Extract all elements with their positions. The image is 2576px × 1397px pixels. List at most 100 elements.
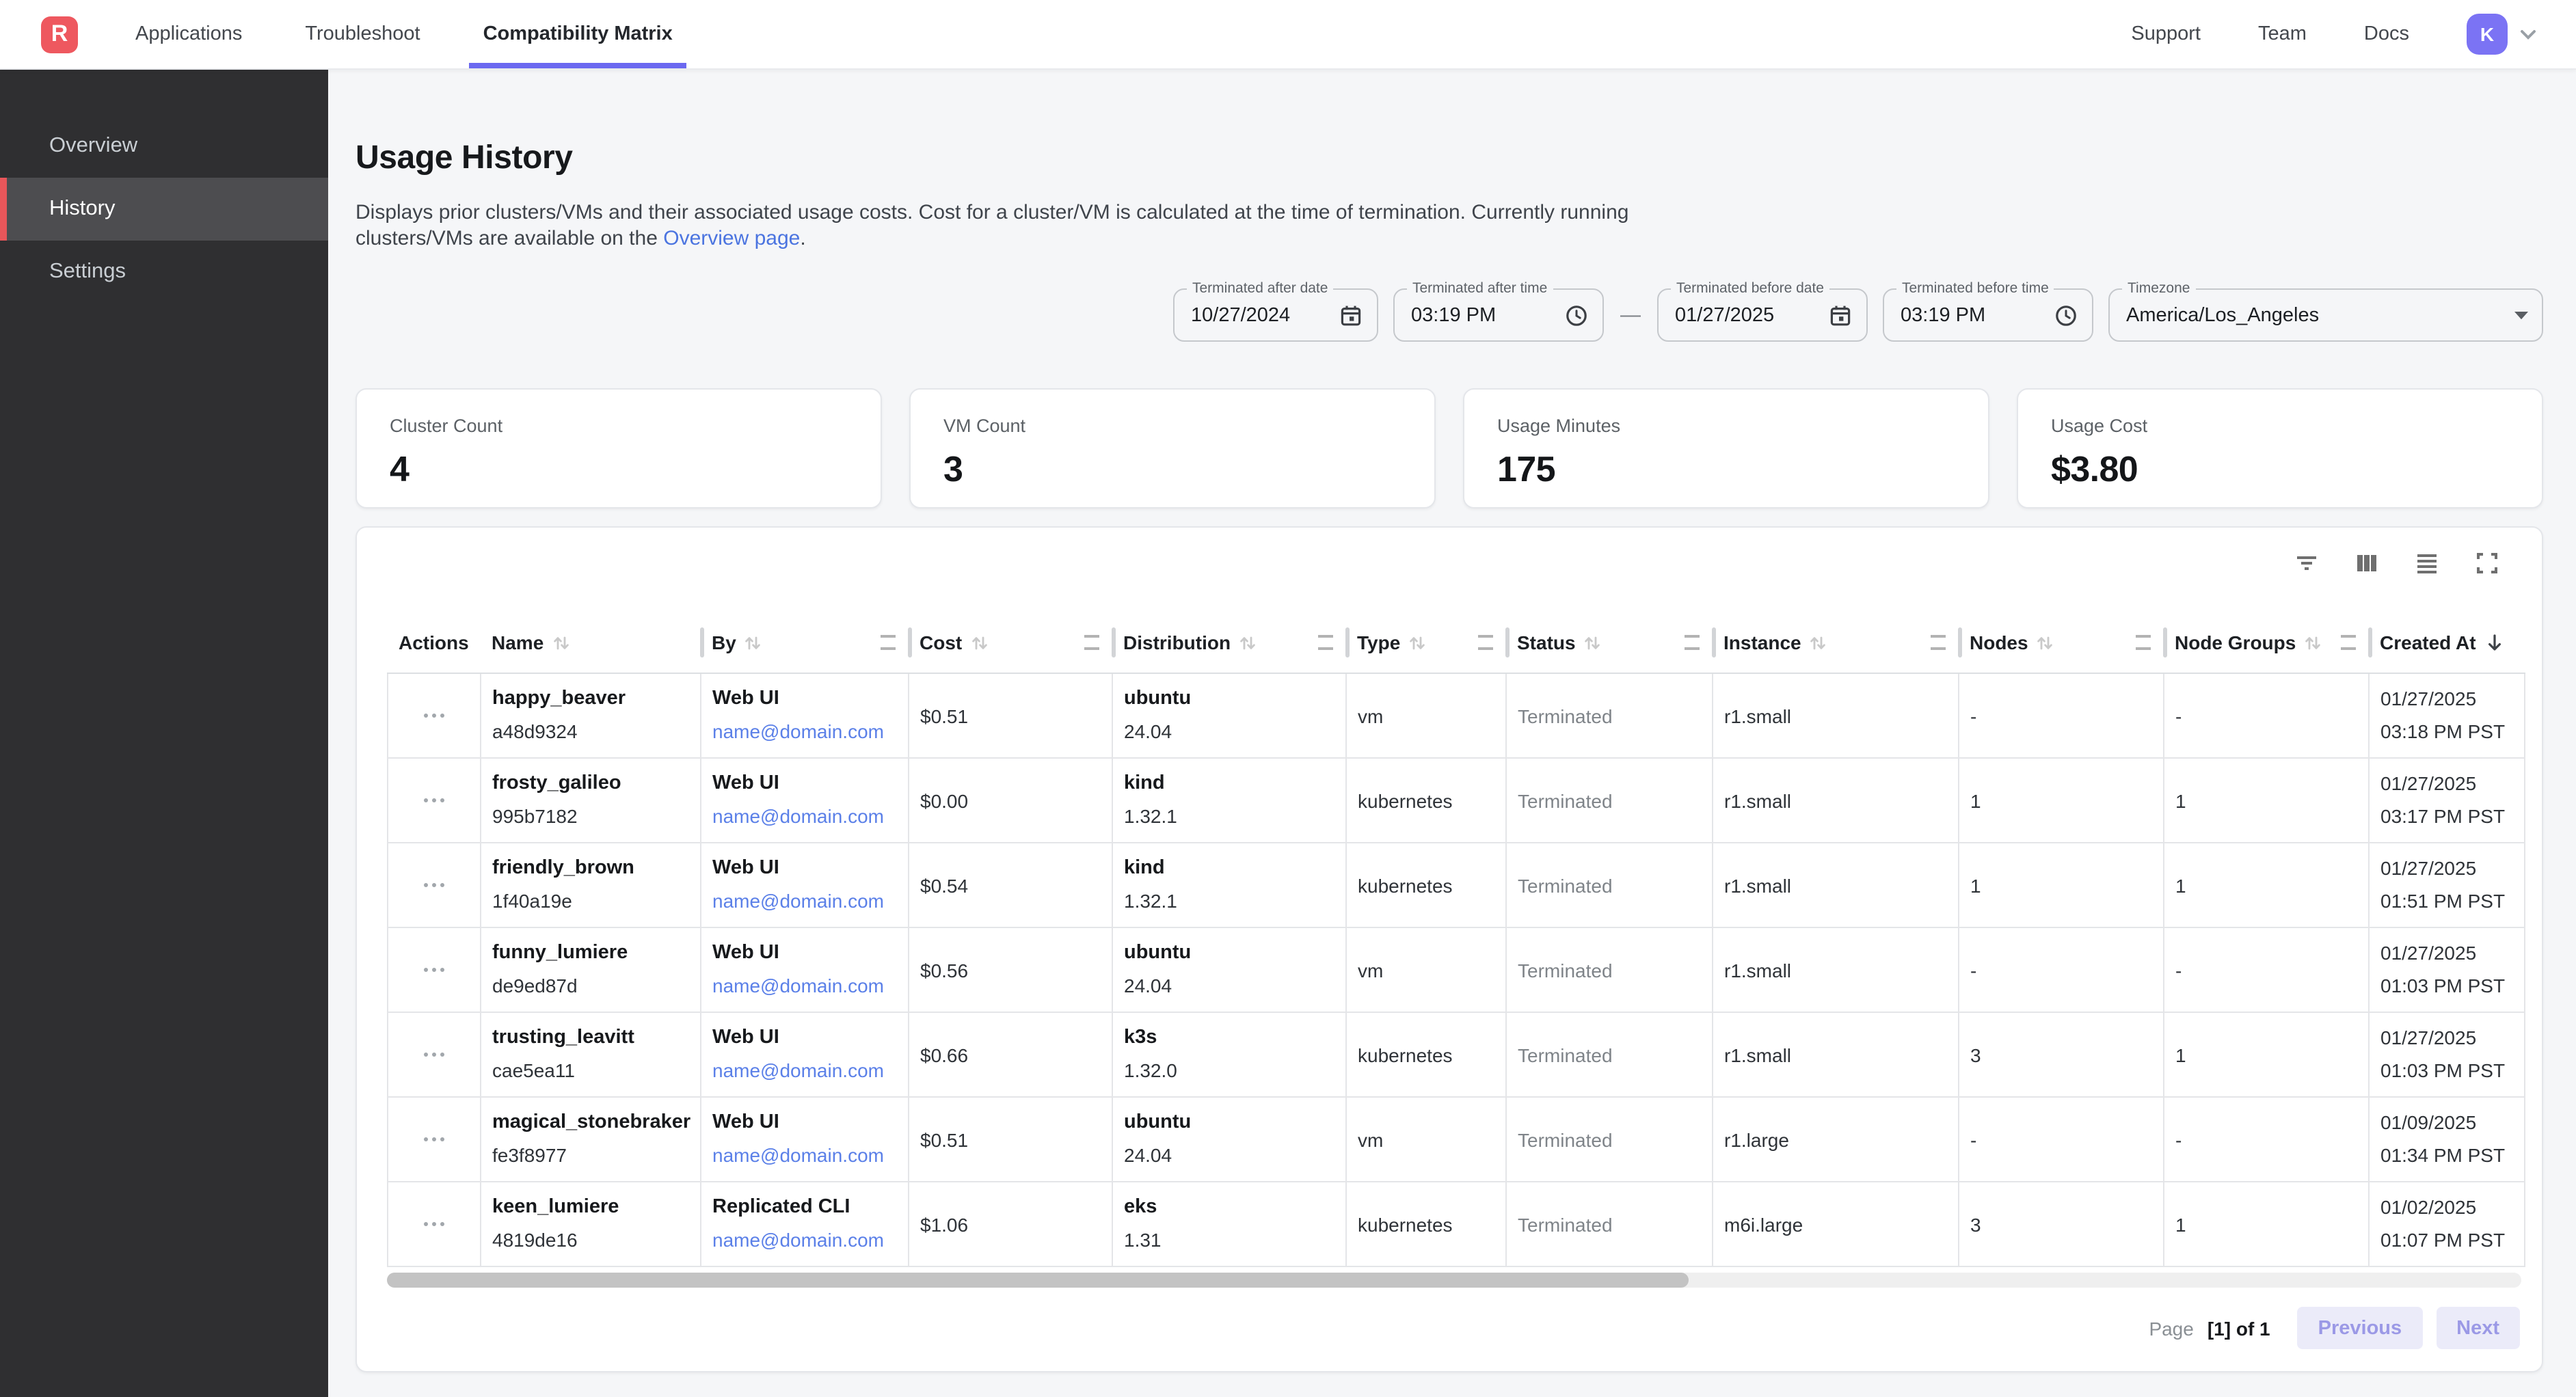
cell-created-at: 01/02/202501:07 PM PST (2369, 1182, 2525, 1266)
distribution-version: 24.04 (1124, 976, 1345, 996)
column-header-node-groups[interactable]: Node Groups (2164, 612, 2369, 673)
replicated-logo[interactable]: R (41, 16, 78, 53)
cluster-id: fe3f8977 (492, 1145, 700, 1166)
created-by-source: Web UI (712, 689, 908, 709)
sort-icon[interactable] (2037, 634, 2054, 651)
sort-icon[interactable] (1239, 634, 1257, 651)
column-menu-icon[interactable] (2135, 635, 2150, 650)
account-menu[interactable]: K (2467, 14, 2538, 55)
sort-icon[interactable] (2304, 634, 2322, 651)
clock-icon[interactable] (1564, 303, 1589, 327)
by-email-link[interactable]: name@domain.com (712, 1145, 908, 1166)
by-email-link[interactable]: name@domain.com (712, 1230, 908, 1251)
scrollbar-thumb[interactable] (387, 1273, 1689, 1288)
filter-icon[interactable] (2293, 550, 2320, 577)
column-header-cost[interactable]: Cost (909, 612, 1112, 673)
sidebar-item-overview[interactable]: Overview (0, 115, 328, 178)
column-menu-icon[interactable] (880, 635, 895, 650)
calendar-icon[interactable] (1828, 303, 1853, 327)
grid-toolbar (357, 550, 2542, 577)
cell-nodes: - (1959, 927, 2164, 1012)
column-header-actions[interactable]: Actions (388, 612, 481, 673)
cell-by: Replicated CLIname@domain.com (701, 1182, 909, 1266)
row-actions-button[interactable] (388, 1053, 480, 1057)
column-header-created-at[interactable]: Created At (2369, 612, 2525, 673)
cell-cost: $0.51 (909, 1097, 1112, 1182)
nav-item-support[interactable]: Support (2131, 23, 2201, 45)
cell-actions (388, 927, 481, 1012)
page-title: Usage History (355, 139, 2543, 178)
cell-instance: r1.small (1713, 927, 1959, 1012)
column-menu-icon[interactable] (1317, 635, 1332, 650)
created-date: 01/27/2025 (2380, 1028, 2524, 1048)
column-menu-icon[interactable] (1084, 635, 1099, 650)
fullscreen-icon[interactable] (2473, 550, 2501, 577)
nav-item-docs[interactable]: Docs (2364, 23, 2409, 45)
by-email-link[interactable]: name@domain.com (712, 891, 908, 912)
columns-icon[interactable] (2353, 550, 2380, 577)
clock-icon[interactable] (2054, 303, 2078, 327)
terminated-after-time-field[interactable]: Terminated after time 03:19 PM (1393, 288, 1604, 342)
app-viewport: R Applications Troubleshoot Compatibilit… (0, 0, 2576, 1397)
column-header-by[interactable]: By (701, 612, 909, 673)
column-header-type[interactable]: Type (1346, 612, 1506, 673)
column-header-instance[interactable]: Instance (1713, 612, 1959, 673)
nav-item-applications[interactable]: Applications (135, 0, 242, 68)
terminated-before-date-field[interactable]: Terminated before date 01/27/2025 (1657, 288, 1868, 342)
row-actions-button[interactable] (388, 798, 480, 803)
nav-item-troubleshoot[interactable]: Troubleshoot (305, 0, 420, 68)
timezone-select[interactable]: Timezone America/Los_Angeles (2108, 288, 2543, 342)
column-label: By (712, 632, 736, 653)
cluster-name: happy_beaver (492, 689, 700, 709)
column-menu-icon[interactable] (1477, 635, 1492, 650)
row-actions-button[interactable] (388, 968, 480, 973)
avatar[interactable]: K (2467, 14, 2508, 55)
cell-name: friendly_brown1f40a19e (481, 843, 701, 927)
overview-page-link[interactable]: Overview page (663, 227, 800, 250)
calendar-icon[interactable] (1339, 303, 1363, 327)
cell-actions (388, 758, 481, 843)
nav-item-team[interactable]: Team (2258, 23, 2307, 45)
status-badge: Terminated (1518, 1128, 1712, 1150)
cell-name: happy_beavera48d9324 (481, 673, 701, 758)
nav-item-compatibility-matrix[interactable]: Compatibility Matrix (483, 0, 673, 68)
column-header-status[interactable]: Status (1506, 612, 1713, 673)
row-actions-button[interactable] (388, 714, 480, 718)
row-actions-button[interactable] (388, 883, 480, 888)
sort-icon[interactable] (1584, 634, 1602, 651)
sidebar-item-history[interactable]: History (0, 178, 328, 241)
sort-icon[interactable] (552, 634, 569, 651)
by-email-link[interactable]: name@domain.com (712, 806, 908, 827)
column-menu-icon[interactable] (2340, 635, 2355, 650)
next-page-button[interactable]: Next (2436, 1307, 2520, 1349)
table-row: keen_lumiere4819de16Replicated CLIname@d… (388, 1182, 2525, 1266)
by-email-link[interactable]: name@domain.com (712, 722, 908, 742)
terminated-after-date-field[interactable]: Terminated after date 10/27/2024 (1173, 288, 1378, 342)
by-email-link[interactable]: name@domain.com (712, 976, 908, 996)
terminated-before-time-field[interactable]: Terminated before time 03:19 PM (1883, 288, 2093, 342)
column-header-nodes[interactable]: Nodes (1959, 612, 2164, 673)
sort-icon[interactable] (970, 634, 988, 651)
top-navigation-bar: R Applications Troubleshoot Compatibilit… (0, 0, 2576, 70)
cell-distribution: kind1.32.1 (1112, 843, 1346, 927)
by-email-link[interactable]: name@domain.com (712, 1061, 908, 1081)
cell-status: Terminated (1506, 673, 1713, 758)
row-actions-button[interactable] (388, 1137, 480, 1142)
row-actions-button[interactable] (388, 1222, 480, 1227)
column-header-name[interactable]: Name (481, 612, 701, 673)
sort-desc-icon[interactable] (2484, 632, 2505, 653)
column-header-distribution[interactable]: Distribution (1112, 612, 1346, 673)
column-menu-icon[interactable] (1684, 635, 1699, 650)
sort-icon[interactable] (1408, 634, 1426, 651)
sidebar-item-settings[interactable]: Settings (0, 241, 328, 303)
sort-icon[interactable] (744, 634, 762, 651)
density-icon[interactable] (2413, 550, 2441, 577)
horizontal-scrollbar[interactable] (387, 1273, 2521, 1288)
cell-cost: $1.06 (909, 1182, 1112, 1266)
column-menu-icon[interactable] (1930, 635, 1945, 650)
created-by-source: Web UI (712, 858, 908, 879)
cell-node-groups: 1 (2164, 758, 2369, 843)
sort-icon[interactable] (1810, 634, 1827, 651)
cluster-name: friendly_brown (492, 858, 700, 879)
previous-page-button[interactable]: Previous (2298, 1307, 2423, 1349)
